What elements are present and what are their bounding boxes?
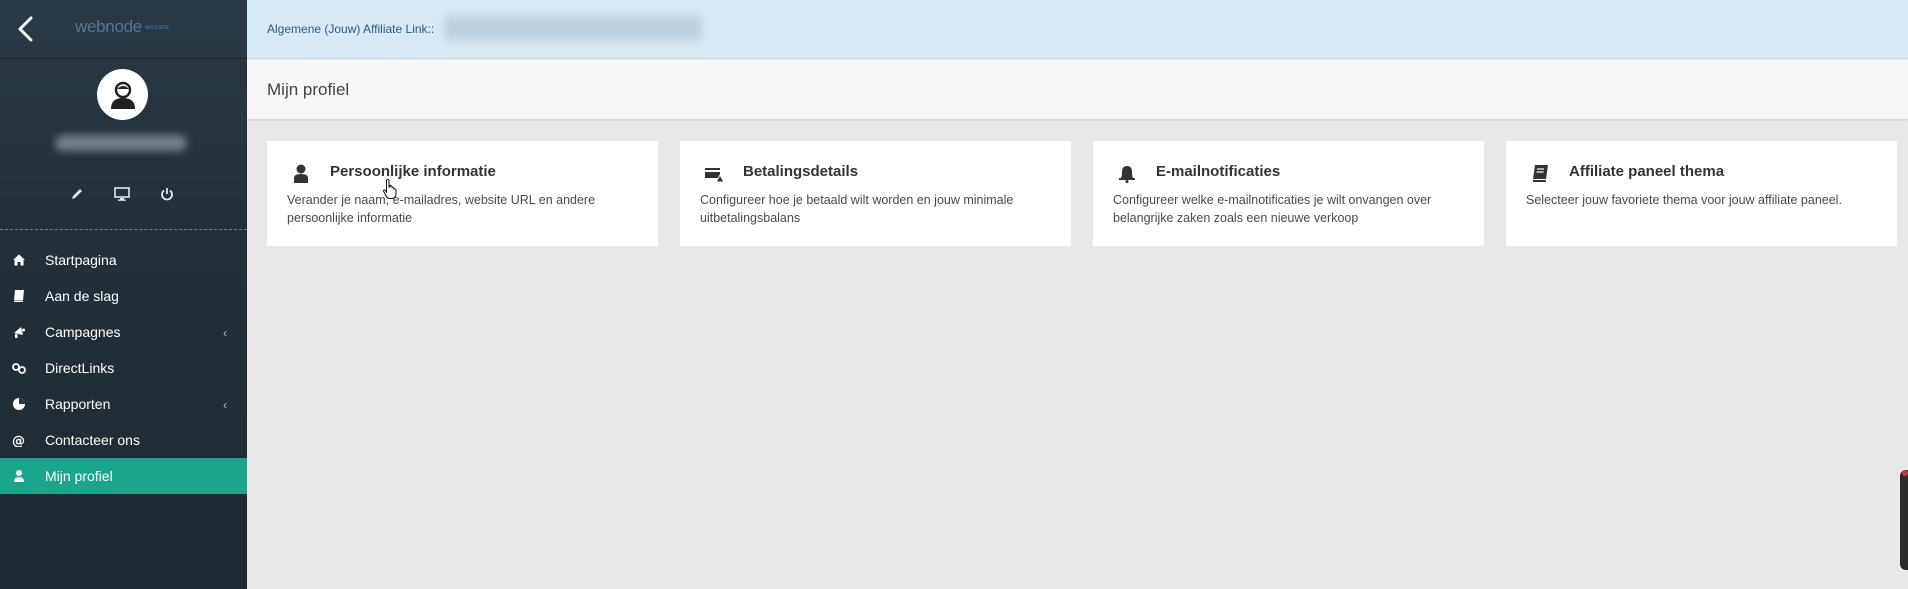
sidebar-item-label: Campagnes: [45, 324, 121, 340]
sidebar: webnode AFFILIATE Startpagina Aan de sla…: [0, 0, 247, 589]
username-blurred: [55, 135, 187, 151]
chevron-left-icon: ‹: [223, 326, 227, 340]
card-betalingsdetails[interactable]: Betalingsdetails Configureer hoe je beta…: [680, 141, 1071, 246]
logo-subtext: AFFILIATE: [144, 24, 170, 31]
card-description: Configureer hoe je betaald wilt worden e…: [700, 193, 1014, 225]
chart-icon: [13, 398, 25, 410]
user-avatar-icon: [110, 81, 135, 109]
card-persoonlijke-informatie[interactable]: Persoonlijke informatie Verander je naam…: [267, 141, 658, 246]
logo-text: webnode: [75, 17, 142, 36]
card-description: Selecteer jouw favoriete thema voor jouw…: [1526, 193, 1842, 207]
sidebar-item-mijn-profiel[interactable]: Mijn profiel: [0, 458, 247, 494]
sidebar-item-label: Contacteer ons: [45, 432, 140, 448]
sidebar-item-contacteer-ons[interactable]: @ Contacteer ons: [0, 422, 247, 458]
sidebar-item-label: DirectLinks: [45, 360, 115, 376]
display-settings-button[interactable]: [112, 184, 132, 204]
card-affiliate-paneel-thema[interactable]: Affiliate paneel thema Selecteer jouw fa…: [1506, 141, 1897, 246]
card-title: Betalingsdetails: [743, 163, 859, 180]
card-e-mailnotificaties[interactable]: E-mailnotificaties Configureer welke e-m…: [1093, 141, 1484, 246]
book-icon: [14, 290, 24, 302]
at-icon: @: [12, 434, 25, 447]
avatar[interactable]: [97, 69, 148, 120]
power-icon: [161, 188, 173, 201]
affiliate-link-blurred[interactable]: [444, 16, 702, 40]
payment-icon: [705, 168, 724, 183]
sidebar-item-campagnes[interactable]: Campagnes ‹: [0, 314, 247, 350]
card-description: Configureer welke e-mailnotificaties je …: [1113, 193, 1432, 225]
sidebar-item-startpagina[interactable]: Startpagina: [0, 242, 247, 278]
link-icon: [12, 363, 26, 374]
sidebar-item-aan-de-slag[interactable]: Aan de slag: [0, 278, 247, 314]
chevron-left-icon: ‹: [223, 398, 227, 412]
chevron-left-icon: [18, 16, 33, 42]
sidebar-item-label: Aan de slag: [45, 288, 119, 304]
user-icon: [294, 164, 308, 183]
sidebar-item-label: Rapporten: [45, 396, 111, 412]
sidebar-top: webnode AFFILIATE: [0, 0, 247, 59]
logo: webnode AFFILIATE: [75, 17, 169, 37]
edit-profile-button[interactable]: [67, 184, 87, 204]
sidebar-nav: Startpagina Aan de slag Campagnes ‹ Dire…: [0, 242, 247, 494]
card-title: Affiliate paneel thema: [1569, 163, 1725, 180]
page-title: Mijn profiel: [267, 80, 350, 99]
svg-text:@: @: [12, 434, 25, 447]
sidebar-item-directlinks[interactable]: DirectLinks: [0, 350, 247, 386]
affiliate-link-bar: Algemene (Jouw) Affiliate Link::: [247, 0, 1908, 59]
feedback-side-tab[interactable]: [1900, 470, 1908, 570]
bell-icon: [1119, 166, 1135, 183]
sidebar-item-label: Startpagina: [45, 252, 117, 268]
card-title: E-mailnotificaties: [1156, 163, 1281, 180]
book-icon: [1533, 165, 1548, 182]
sidebar-item-rapporten[interactable]: Rapporten ‹: [0, 386, 247, 422]
back-button[interactable]: [14, 14, 38, 44]
sidebar-divider: [0, 229, 247, 230]
pencil-icon: [72, 189, 82, 199]
logout-button[interactable]: [157, 184, 177, 204]
home-icon: [13, 254, 25, 266]
affiliate-link-label: Algemene (Jouw) Affiliate Link::: [267, 22, 435, 36]
profile-actions: [0, 184, 247, 204]
campaign-icon: [14, 327, 25, 338]
sidebar-item-label: Mijn profiel: [45, 468, 113, 484]
page-header: Mijn profiel: [247, 60, 1908, 120]
monitor-icon: [114, 187, 130, 201]
card-description: Verander je naam, e-mailadres, website U…: [287, 193, 596, 225]
card-title: Persoonlijke informatie: [330, 163, 496, 180]
feedback-tab-indicator: [1902, 470, 1908, 476]
user-icon: [14, 470, 24, 482]
